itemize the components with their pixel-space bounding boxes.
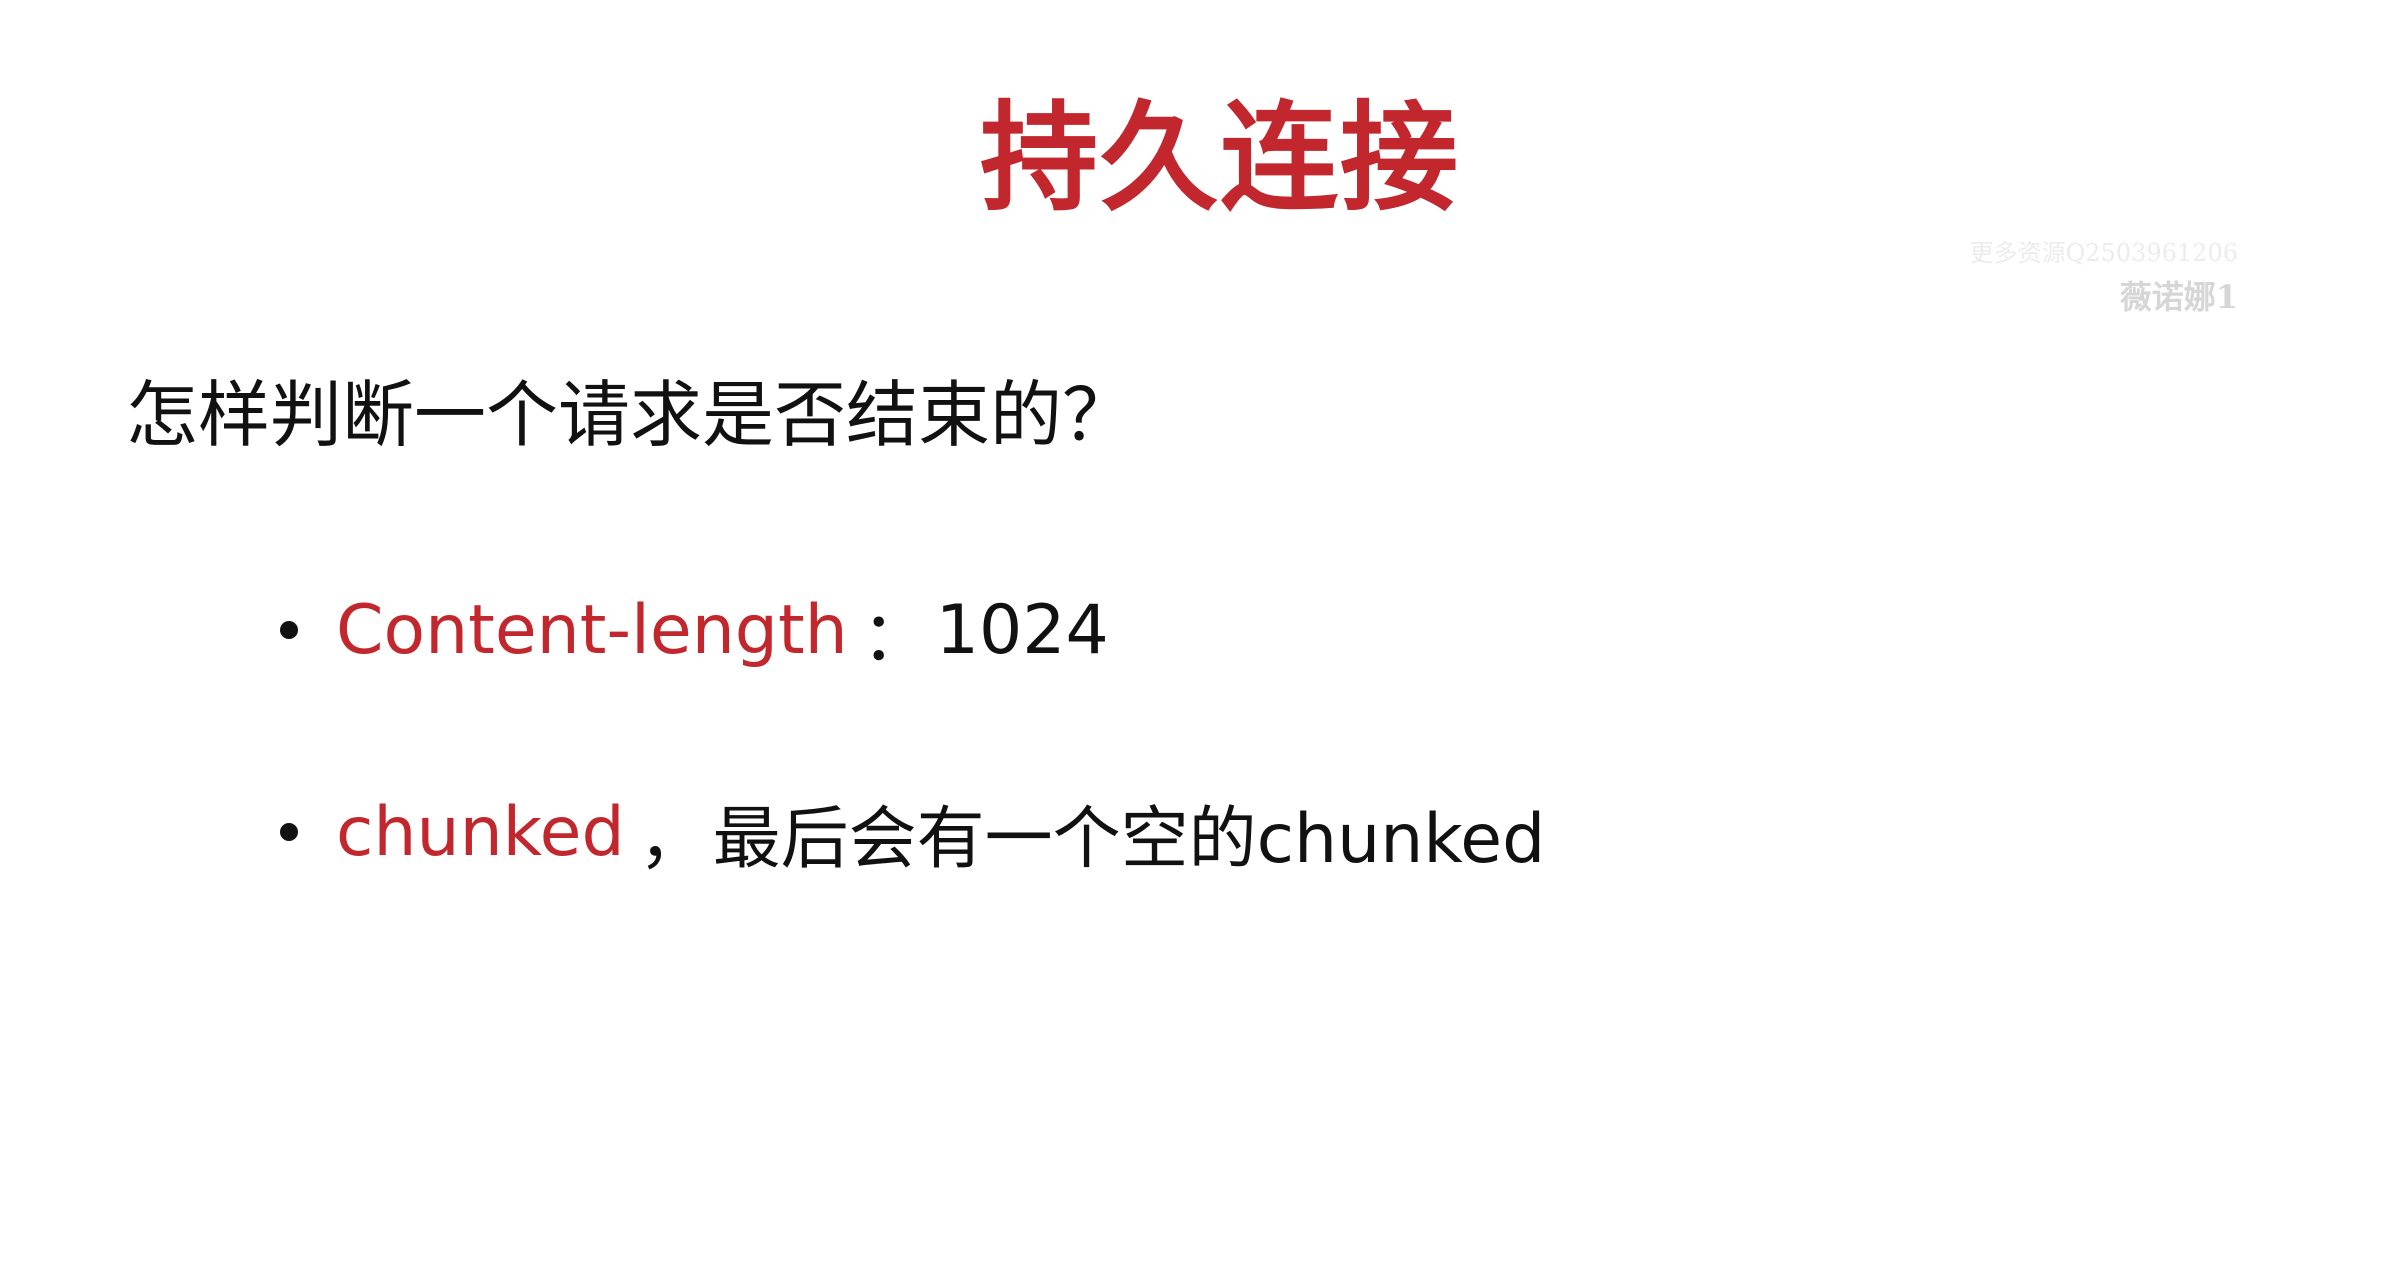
bullet-keyword: chunked [336, 792, 625, 872]
slide: 持久连接 更多资源Q2503961206 薇诺娜1 怎样判断一个请求是否结束的？… [0, 0, 2408, 1274]
bullet-separator: ， [638, 799, 707, 879]
bullet-list: Content-length ： 1024 chunked ， 最后会有一个空的… [280, 580, 1545, 882]
bullet-dot-icon [280, 823, 298, 841]
bullet-description: 最后会有一个空的chunked [712, 799, 1546, 879]
bullet-item-content-length: Content-length ： 1024 [280, 580, 1545, 680]
bullet-keyword: Content-length [336, 590, 848, 670]
bullet-separator: ： [861, 597, 930, 677]
bullet-dot-icon [280, 621, 298, 639]
question-text: 怎样判断一个请求是否结束的？ [126, 373, 1135, 457]
slide-title: 持久连接 [979, 89, 1460, 227]
watermark-line-1: 更多资源Q2503961206 [1969, 239, 2238, 267]
bullet-item-chunked: chunked ， 最后会有一个空的chunked [280, 782, 1545, 882]
watermark-line-2: 薇诺娜1 [2119, 278, 2238, 316]
bullet-description: 1024 [935, 590, 1109, 670]
